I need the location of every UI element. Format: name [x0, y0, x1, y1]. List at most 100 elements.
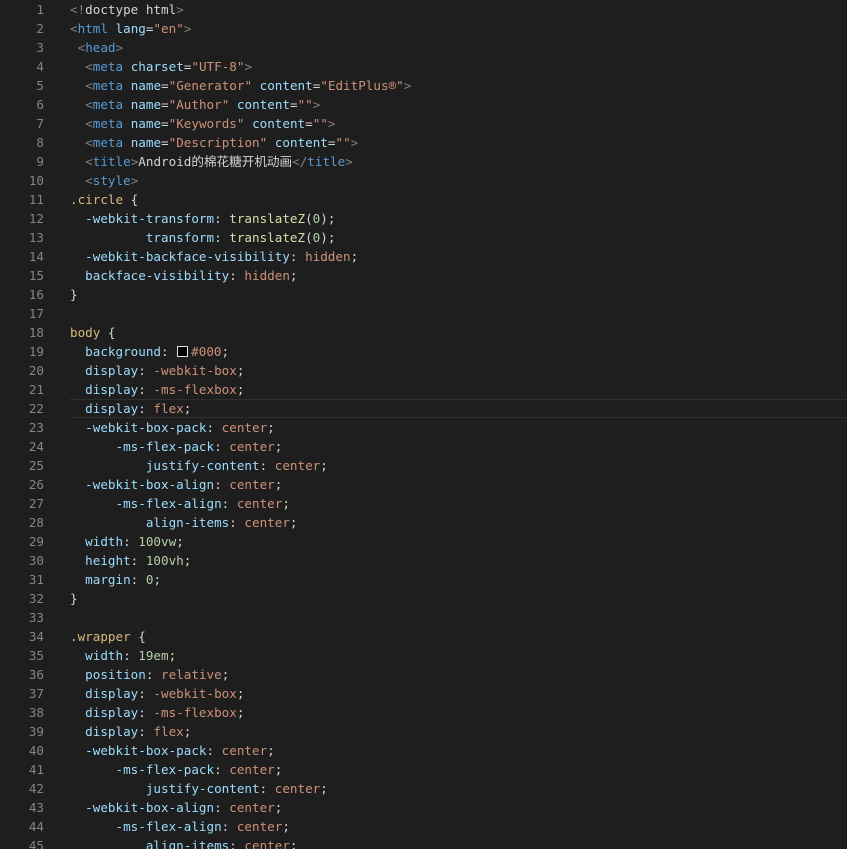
line-number: 16 [28, 287, 44, 302]
code-line[interactable]: 18 body { [0, 323, 847, 342]
line-number: 32 [28, 591, 44, 606]
code-token: margin [85, 572, 131, 587]
line-number: 27 [28, 496, 44, 511]
code-token: ; [221, 344, 230, 359]
code-line[interactable]: 16} [0, 285, 847, 304]
code-line[interactable]: 31 margin: 0; [0, 570, 847, 589]
line-number: 1 [36, 2, 44, 17]
line-number: 45 [28, 838, 44, 849]
code-token: "EditPlus®" [320, 78, 404, 93]
code-token: position [85, 667, 146, 682]
code-line[interactable]: 7 <meta name="Keywords" content=""> [0, 114, 847, 133]
code-text: width: 19em; [70, 646, 176, 665]
code-token: < [70, 21, 78, 36]
code-line[interactable]: 42 justify-content: center; [0, 779, 847, 798]
code-line[interactable]: 4 <meta charset="UTF-8"> [0, 57, 847, 76]
code-token: meta [92, 78, 124, 93]
code-token: height [85, 553, 131, 568]
code-line[interactable]: 36 position: relative; [0, 665, 847, 684]
code-token: -webkit-backface-visibility [85, 249, 290, 264]
code-line[interactable]: 2 <html lang="en"> [0, 19, 847, 38]
line-number: 20 [28, 363, 44, 378]
code-token: : [221, 496, 237, 511]
code-token: : [138, 382, 154, 397]
code-line[interactable]: 34 .wrapper { [0, 627, 847, 646]
code-token: } [70, 287, 78, 302]
code-line[interactable]: 29 width: 100vw; [0, 532, 847, 551]
code-line[interactable]: 37 display: -webkit-box; [0, 684, 847, 703]
code-text: position: relative; [70, 665, 229, 684]
code-token: ; [176, 534, 184, 549]
code-token: -webkit-box [153, 686, 237, 701]
code-line[interactable]: 11 .circle { [0, 190, 847, 209]
code-line[interactable]: 43 -webkit-box-align: center; [0, 798, 847, 817]
code-token: ( [305, 211, 313, 226]
code-line[interactable]: 17 [0, 304, 847, 323]
code-line[interactable]: 26 -webkit-box-align: center; [0, 475, 847, 494]
code-line[interactable]: 14 -webkit-backface-visibility: hidden; [0, 247, 847, 266]
code-line[interactable]: 21 display: -ms-flexbox; [0, 380, 847, 399]
code-token: -webkit-box-align [85, 477, 215, 492]
code-line[interactable]: 38 display: -ms-flexbox; [0, 703, 847, 722]
code-token: > [350, 135, 359, 150]
code-text: .circle { [70, 190, 138, 209]
code-line[interactable]: 45 align-items: center; [0, 836, 847, 849]
code-line[interactable]: 32} [0, 589, 847, 608]
code-token: = [305, 116, 313, 131]
code-token: -webkit-box [153, 363, 237, 378]
code-line[interactable]: 20 display: -webkit-box; [0, 361, 847, 380]
code-token: name [130, 78, 162, 93]
code-line[interactable]: 8 <meta name="Description" content=""> [0, 133, 847, 152]
code-token: html [77, 21, 108, 36]
code-token: : [206, 420, 222, 435]
code-token: meta [92, 97, 124, 112]
code-line[interactable]: 25 justify-content: center; [0, 456, 847, 475]
code-line[interactable]: 28 align-items: center; [0, 513, 847, 532]
code-line[interactable]: 10 <style> [0, 171, 847, 190]
code-token: flex [153, 401, 184, 416]
code-line[interactable]: 5 <meta name="Generator" content="EditPl… [0, 76, 847, 95]
code-line[interactable]: 27 -ms-flex-align: center; [0, 494, 847, 513]
code-token: : [138, 724, 154, 739]
code-token: content [252, 116, 306, 131]
code-line[interactable]: 41 -ms-flex-pack: center; [0, 760, 847, 779]
line-number: 4 [36, 59, 44, 74]
code-line[interactable]: 24 -ms-flex-pack: center; [0, 437, 847, 456]
code-line[interactable]: 19 background: #000; [0, 342, 847, 361]
line-number: 36 [28, 667, 44, 682]
code-line[interactable]: 30 height: 100vh; [0, 551, 847, 570]
code-token: -webkit-transform [85, 211, 215, 226]
code-token: .circle [70, 192, 124, 207]
code-editor[interactable]: 1 <!doctype html> 2 <html lang="en"> 3 <head… [0, 0, 847, 849]
code-line[interactable]: 35 width: 19em; [0, 646, 847, 665]
code-line[interactable]: 6 <meta name="Author" content=""> [0, 95, 847, 114]
code-line[interactable]: 22 display: flex; [0, 399, 847, 418]
code-line[interactable]: 1 <!doctype html> [0, 0, 847, 19]
code-text: display: -webkit-box; [70, 361, 244, 380]
code-line[interactable]: 33 [0, 608, 847, 627]
line-number: 6 [36, 97, 44, 112]
code-line[interactable]: 15 backface-visibility: hidden; [0, 266, 847, 285]
code-line[interactable]: 9 <title>Android的棉花糖开机动画</title> [0, 152, 847, 171]
code-token: : [229, 515, 245, 530]
code-line[interactable]: 12 -webkit-transform: translateZ(0); [0, 209, 847, 228]
code-line[interactable]: 44 -ms-flex-align: center; [0, 817, 847, 836]
code-line[interactable]: 13 transform: translateZ(0); [0, 228, 847, 247]
code-token: title [92, 154, 131, 169]
code-token: ; [289, 268, 298, 283]
code-token: ; [274, 477, 283, 492]
code-line[interactable]: 23 -webkit-box-pack: center; [0, 418, 847, 437]
code-line[interactable]: 39 display: flex; [0, 722, 847, 741]
code-line[interactable]: 3 <head> [0, 38, 847, 57]
code-token: ; [282, 496, 290, 511]
code-line[interactable]: 40 -webkit-box-pack: center; [0, 741, 847, 760]
